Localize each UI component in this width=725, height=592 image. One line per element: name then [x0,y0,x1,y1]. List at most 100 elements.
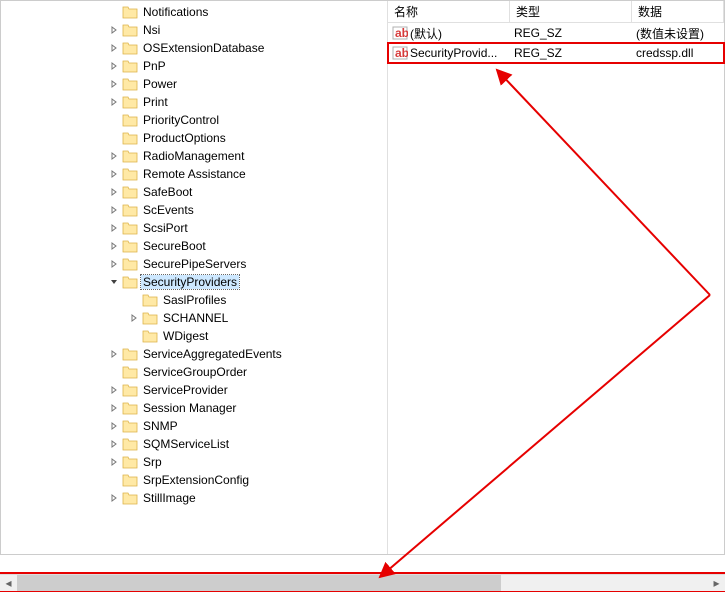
folder-icon [122,419,138,433]
tree-item-label: ScEvents [141,203,196,217]
tree-item[interactable]: Nsi [1,21,387,39]
chevron-right-icon[interactable] [106,346,122,362]
tree-item-label: RadioManagement [141,149,246,163]
column-header[interactable]: 类型 [510,1,632,22]
folder-icon [122,347,138,361]
chevron-right-icon[interactable] [106,382,122,398]
tree-item[interactable]: RadioManagement [1,147,387,165]
tree-item[interactable]: Remote Assistance [1,165,387,183]
tree-item[interactable]: Print [1,93,387,111]
chevron-right-icon[interactable] [106,40,122,56]
chevron-right-icon[interactable] [106,94,122,110]
chevron-right-icon[interactable] [106,58,122,74]
tree-item-label: SrpExtensionConfig [141,473,251,487]
values-pane[interactable]: 名称类型数据 ab(默认) REG_SZ(数值未设置)abSecurityProv… [388,1,724,554]
folder-icon [142,311,158,325]
tree-item-label: Remote Assistance [141,167,248,181]
tree-item[interactable]: Srp [1,453,387,471]
folder-icon [122,239,138,253]
tree-item-label: SaslProfiles [161,293,228,307]
chevron-right-icon[interactable] [106,256,122,272]
chevron-right-icon[interactable] [106,238,122,254]
tree-item[interactable]: ServiceGroupOrder [1,363,387,381]
folder-icon [122,455,138,469]
tree-item[interactable]: ScEvents [1,201,387,219]
list-row[interactable]: abSecurityProvid...REG_SZcredssp.dll [388,43,724,63]
tree-item-label: Session Manager [141,401,238,415]
column-header[interactable]: 数据 [632,1,724,22]
chevron-right-icon[interactable] [106,202,122,218]
chevron-right-icon[interactable] [106,490,122,506]
chevron-right-icon[interactable] [106,166,122,182]
value-data: (数值未设置) [632,25,724,42]
tree-item[interactable]: Session Manager [1,399,387,417]
chevron-right-icon[interactable] [106,184,122,200]
tree-item[interactable]: SafeBoot [1,183,387,201]
tree-item-label: SQMServiceList [141,437,231,451]
tree-item[interactable]: SNMP [1,417,387,435]
tree-item-label: Notifications [141,5,210,19]
tree-item[interactable]: SecurityProviders [1,273,387,291]
folder-icon [122,221,138,235]
right-scrollbar[interactable]: ◂ ▸ [0,574,725,591]
tree-item[interactable]: OSExtensionDatabase [1,39,387,57]
tree-item-label: ScsiPort [141,221,190,235]
tree-item[interactable]: PriorityControl [1,111,387,129]
scroll-right-arrow[interactable]: ▸ [708,575,725,592]
tree-item[interactable]: PnP [1,57,387,75]
tree-item-label: PriorityControl [141,113,221,127]
value-type: REG_SZ [510,46,632,60]
chevron-right-icon[interactable] [106,454,122,470]
folder-icon [122,437,138,451]
folder-icon [122,77,138,91]
string-value-icon: ab [392,25,408,41]
value-type: REG_SZ [510,26,632,40]
chevron-right-icon[interactable] [106,418,122,434]
tree-item-label: ServiceProvider [141,383,230,397]
tree-item[interactable]: SecureBoot [1,237,387,255]
tree-item[interactable]: SCHANNEL [1,309,387,327]
chevron-right-icon[interactable] [106,400,122,416]
tree-item[interactable]: SaslProfiles [1,291,387,309]
tree-item-label: ServiceGroupOrder [141,365,249,379]
tree-item-label: ProductOptions [141,131,228,145]
chevron-right-icon[interactable] [106,22,122,38]
tree-pane[interactable]: Notifications Nsi OSExtensionDatabase PnP Po… [1,1,388,554]
chevron-right-icon[interactable] [106,76,122,92]
chevron-right-icon[interactable] [106,436,122,452]
chevron-right-icon[interactable] [106,220,122,236]
list-row[interactable]: ab(默认) REG_SZ(数值未设置) [388,23,724,43]
tree-item[interactable]: SrpExtensionConfig [1,471,387,489]
tree-item-label: StillImage [141,491,198,505]
tree-item-label: Power [141,77,179,91]
tree-item[interactable]: ServiceAggregatedEvents [1,345,387,363]
tree-item[interactable]: ProductOptions [1,129,387,147]
tree-item[interactable]: SecurePipeServers [1,255,387,273]
tree-item[interactable]: ScsiPort [1,219,387,237]
folder-icon [142,293,158,307]
column-header[interactable]: 名称 [388,1,510,22]
tree-item[interactable]: WDigest [1,327,387,345]
tree-item[interactable]: ServiceProvider [1,381,387,399]
tree-item[interactable]: SQMServiceList [1,435,387,453]
value-name: SecurityProvid... [410,46,497,60]
folder-icon [122,149,138,163]
chevron-right-icon[interactable] [106,148,122,164]
value-name: (默认) [410,25,442,42]
tree-item-label: Nsi [141,23,162,37]
tree-item-label: Print [141,95,170,109]
folder-icon [122,203,138,217]
chevron-right-icon[interactable] [126,310,142,326]
folder-icon [122,491,138,505]
tree-item-label: SecurityProviders [141,275,239,289]
folder-icon [122,257,138,271]
tree-item[interactable]: Power [1,75,387,93]
chevron-down-icon[interactable] [106,274,122,290]
tree-item[interactable]: StillImage [1,489,387,507]
folder-icon [142,329,158,343]
tree-item[interactable]: Notifications [1,3,387,21]
scroll-left-arrow[interactable]: ◂ [0,575,17,592]
tree-item-label: OSExtensionDatabase [141,41,266,55]
tree-item-label: Srp [141,455,164,469]
folder-icon [122,185,138,199]
